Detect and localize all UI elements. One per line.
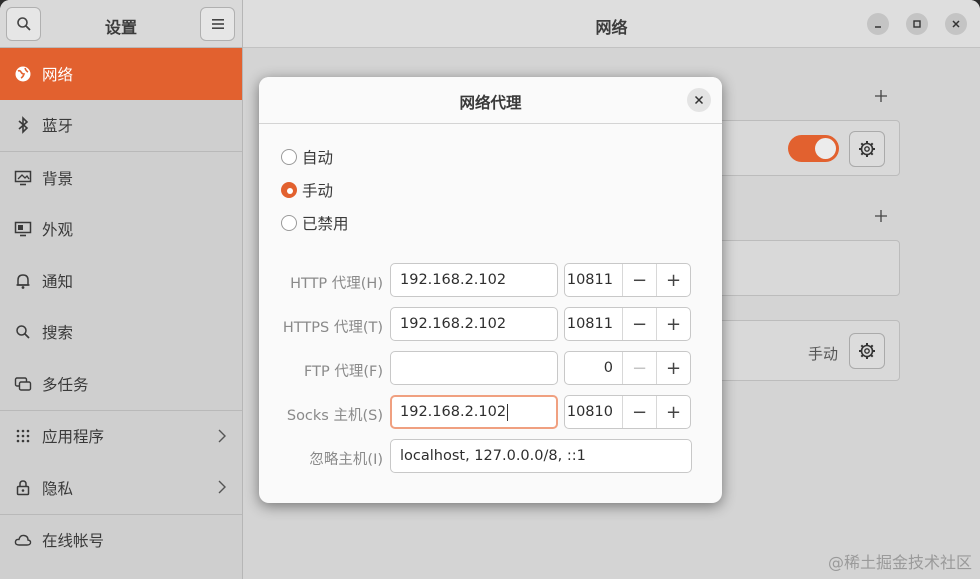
socks-port-value[interactable]: 10810 <box>565 396 623 428</box>
increment-button[interactable]: + <box>657 264 690 296</box>
network-proxy-dialog: 网络代理 自动 手动 已禁用 HTTP 代理(H) 192.168.2.102 … <box>259 77 722 503</box>
toggle-knob <box>815 138 836 159</box>
dialog-title: 网络代理 <box>459 94 522 112</box>
sidebar-item-applications[interactable]: 应用程序 <box>0 411 242 463</box>
plus-icon <box>875 210 887 222</box>
minimize-button[interactable] <box>867 13 889 35</box>
sidebar-item-label: 隐私 <box>42 479 74 498</box>
search-icon <box>12 321 34 343</box>
socks-port-stepper[interactable]: 10810 − + <box>564 395 691 429</box>
appearance-icon <box>12 218 34 240</box>
https-proxy-label: HTTPS 代理(T) <box>282 320 383 336</box>
radio-label: 已禁用 <box>302 215 349 233</box>
sidebar-item-label: 通知 <box>42 272 74 291</box>
socks-host-value: 192.168.2.102 <box>400 404 507 420</box>
maximize-icon <box>913 20 921 28</box>
radio-label: 自动 <box>302 149 334 167</box>
decrement-button[interactable]: − <box>623 396 657 428</box>
watermark: @稀土掘金技术社区 <box>827 553 972 572</box>
ftp-port-value[interactable]: 0 <box>565 352 623 384</box>
increment-button[interactable]: + <box>657 396 690 428</box>
sidebar-item-network[interactable]: 网络 <box>0 48 242 100</box>
sidebar-item-appearance[interactable]: 外观 <box>0 204 242 256</box>
plus-icon <box>875 90 887 102</box>
sidebar-item-label: 网络 <box>42 65 74 84</box>
proxy-settings-button[interactable] <box>849 333 885 369</box>
grid-icon <box>12 425 34 447</box>
cloud-icon <box>12 529 34 551</box>
decrement-button[interactable]: − <box>623 308 657 340</box>
sidebar-item-label: 外观 <box>42 221 74 240</box>
minimize-icon <box>875 26 881 28</box>
add-wired-button[interactable] <box>874 84 888 108</box>
close-icon <box>694 95 704 105</box>
chevron-right-icon <box>218 479 226 498</box>
add-vpn-button[interactable] <box>874 204 888 228</box>
proxy-mode-label: 手动 <box>808 345 839 363</box>
sidebar-item-bluetooth[interactable]: 蓝牙 <box>0 100 242 152</box>
dialog-close-button[interactable] <box>687 88 711 112</box>
gear-icon <box>859 141 875 157</box>
increment-button[interactable]: + <box>657 308 690 340</box>
wired-settings-button[interactable] <box>849 131 885 167</box>
radio-manual[interactable]: 手动 <box>281 179 333 201</box>
sidebar-list: 网络 蓝牙 背景 外观 通知 搜索 多任务 应用程序 隐私 在线帐号 <box>0 48 242 566</box>
sidebar-item-notifications[interactable]: 通知 <box>0 255 242 307</box>
menu-button[interactable] <box>200 7 235 41</box>
https-port-stepper[interactable]: 10811 − + <box>564 307 691 341</box>
bluetooth-icon <box>12 114 34 136</box>
ftp-port-stepper[interactable]: 0 − + <box>564 351 691 385</box>
sidebar-item-online-accounts[interactable]: 在线帐号 <box>0 515 242 567</box>
sidebar-item-label: 搜索 <box>42 324 74 343</box>
http-proxy-label: HTTP 代理(H) <box>290 276 383 292</box>
text-caret <box>507 403 509 421</box>
http-port-stepper[interactable]: 10811 − + <box>564 263 691 297</box>
hamburger-icon <box>211 19 224 29</box>
chevron-right-icon <box>218 428 226 447</box>
multitask-icon <box>12 373 34 395</box>
sidebar-item-background[interactable]: 背景 <box>0 152 242 204</box>
sidebar-header: 设置 <box>0 0 242 48</box>
radio-label: 手动 <box>302 182 334 200</box>
gear-icon <box>859 343 875 359</box>
https-host-input[interactable]: 192.168.2.102 <box>390 307 558 341</box>
increment-button[interactable]: + <box>657 352 690 384</box>
radio-auto[interactable]: 自动 <box>281 146 333 168</box>
monitor-icon <box>12 167 34 189</box>
close-button[interactable] <box>945 13 967 35</box>
http-host-input[interactable]: 192.168.2.102 <box>390 263 558 297</box>
settings-window: 设置 网络 蓝牙 背景 外观 通知 搜索 多任务 应用程序 隐私 在线帐号 网络… <box>0 0 980 579</box>
ftp-proxy-label: FTP 代理(F) <box>304 364 383 380</box>
ignore-hosts-input[interactable]: localhost, 127.0.0.0/8, ::1 <box>390 439 692 473</box>
lock-icon <box>12 477 34 499</box>
http-port-value[interactable]: 10811 <box>565 264 623 296</box>
ftp-host-input[interactable] <box>390 351 558 385</box>
sidebar-item-label: 在线帐号 <box>42 532 105 551</box>
sidebar-item-label: 多任务 <box>42 375 89 394</box>
sidebar-item-multitasking[interactable]: 多任务 <box>0 358 242 410</box>
sidebar-item-search[interactable]: 搜索 <box>0 307 242 359</box>
close-icon <box>952 20 960 28</box>
https-port-value[interactable]: 10811 <box>565 308 623 340</box>
socks-host-label: Socks 主机(S) <box>286 408 383 424</box>
sidebar: 设置 网络 蓝牙 背景 外观 通知 搜索 多任务 应用程序 隐私 在线帐号 <box>0 0 243 579</box>
main-header: 网络 <box>243 0 980 48</box>
dialog-header: 网络代理 <box>259 77 722 124</box>
sidebar-item-privacy[interactable]: 隐私 <box>0 462 242 514</box>
sidebar-item-label: 应用程序 <box>42 428 105 447</box>
maximize-button[interactable] <box>906 13 928 35</box>
sidebar-item-label: 蓝牙 <box>42 117 74 136</box>
decrement-button[interactable]: − <box>623 352 657 384</box>
radio-disabled[interactable]: 已禁用 <box>281 212 349 234</box>
wired-toggle[interactable] <box>788 135 839 162</box>
bell-icon <box>12 270 34 292</box>
radio-button[interactable] <box>281 215 297 231</box>
ignore-hosts-label: 忽略主机(I) <box>309 452 383 468</box>
socks-host-input[interactable]: 192.168.2.102 <box>390 395 558 429</box>
decrement-button[interactable]: − <box>623 264 657 296</box>
sidebar-item-label: 背景 <box>42 169 74 188</box>
radio-button[interactable] <box>281 149 297 165</box>
radio-button[interactable] <box>281 182 297 198</box>
globe-icon <box>12 63 34 85</box>
